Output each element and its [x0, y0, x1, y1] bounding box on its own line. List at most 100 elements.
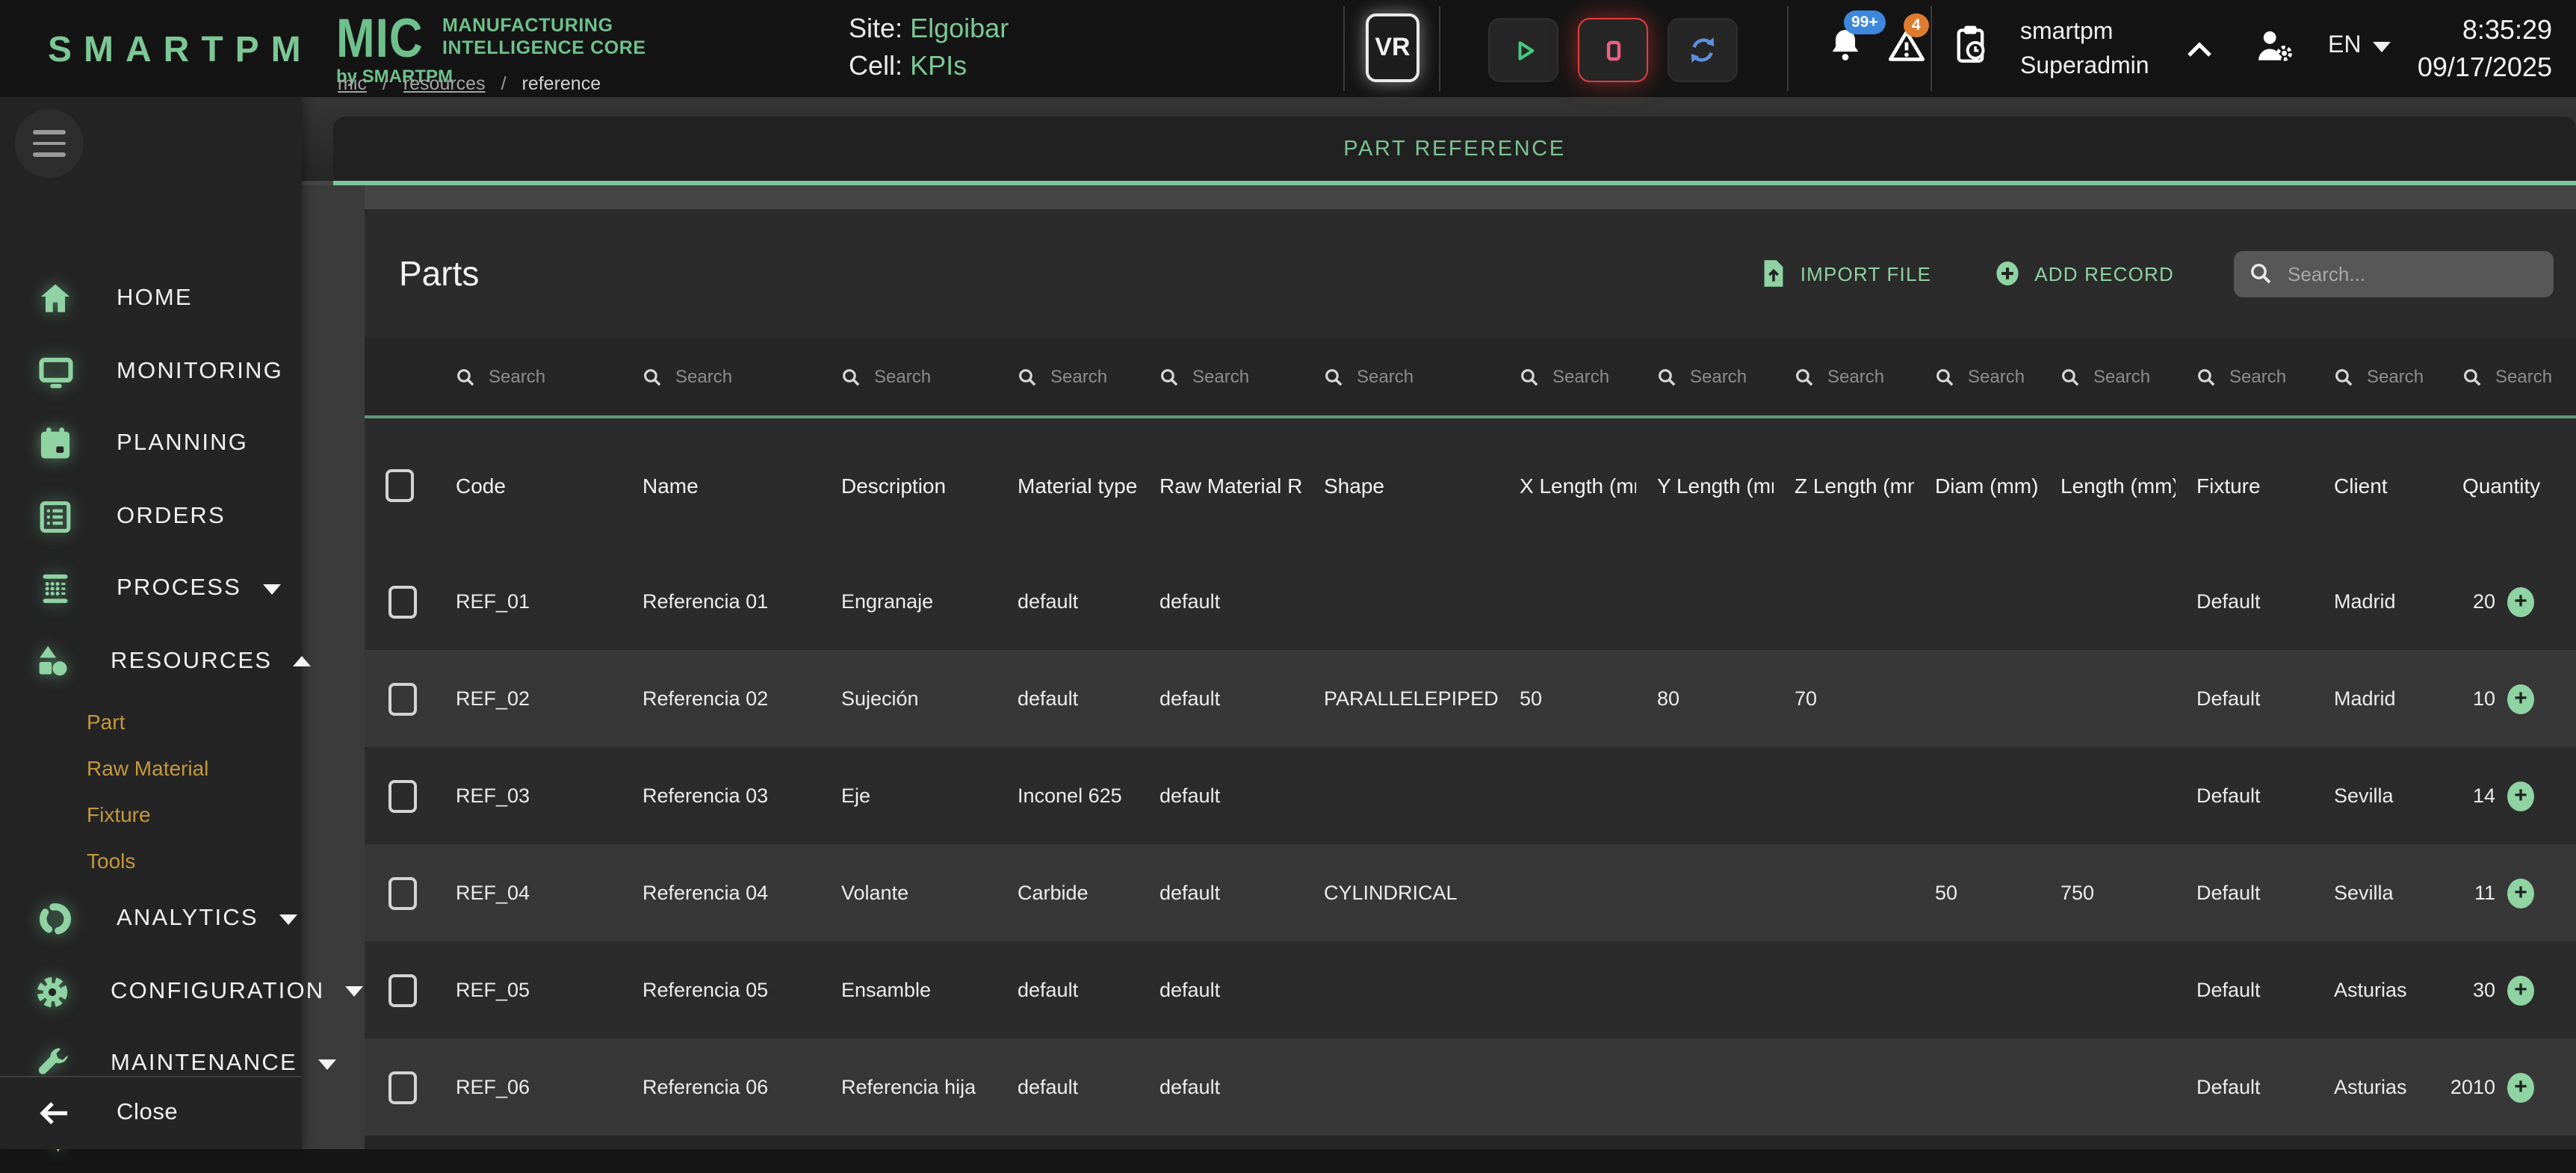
column-header[interactable]: Raw Material Reference	[1139, 471, 1303, 501]
play-button[interactable]	[1488, 18, 1558, 82]
table-row[interactable]: REF_03 Referencia 03 Eje Inconel 625 def…	[365, 747, 2576, 844]
table-row[interactable]: REF_06 Referencia 06 Referencia hija def…	[365, 1039, 2576, 1136]
column-search	[622, 365, 820, 389]
tasks-button[interactable]	[1951, 22, 1990, 67]
column-header[interactable]: Code	[435, 471, 622, 501]
column-search-input[interactable]	[486, 365, 622, 389]
row-checkbox[interactable]	[388, 585, 417, 618]
user-settings-button[interactable]	[2253, 25, 2295, 67]
refresh-button[interactable]	[1668, 18, 1738, 82]
menu-toggle-button[interactable]	[15, 109, 84, 178]
column-header[interactable]: Fixture	[2176, 471, 2313, 501]
user-info[interactable]: smartpm Superadmin	[2020, 15, 2149, 84]
breadcrumb-link-mic[interactable]: mic	[338, 73, 367, 94]
search-icon	[841, 367, 861, 386]
row-checkbox[interactable]	[388, 682, 417, 715]
cell-raw-material-reference: default	[1139, 979, 1303, 1001]
topbar-divider	[1343, 6, 1345, 91]
site-value[interactable]: Elgoibar	[910, 13, 1009, 43]
notifications-button[interactable]: 99+	[1826, 24, 1865, 66]
column-header[interactable]: Length (mm)	[2040, 471, 2176, 501]
cell-fixture: Default	[2176, 687, 2313, 710]
column-search-input[interactable]	[871, 365, 997, 389]
search-icon	[1324, 367, 1343, 386]
analytics-donut-icon	[33, 900, 78, 939]
increment-quantity-button[interactable]: +	[2507, 878, 2534, 908]
column-header[interactable]: Quantity	[2442, 471, 2576, 501]
row-checkbox[interactable]	[388, 876, 417, 909]
column-header[interactable]: Name	[622, 471, 820, 501]
language-selector[interactable]: EN	[2328, 33, 2391, 60]
sidebar-item-orders[interactable]: ORDERS	[0, 480, 302, 553]
column-search-input[interactable]	[1047, 365, 1139, 389]
add-record-button[interactable]: ADD RECORD	[1994, 260, 2174, 287]
language-label: EN	[2328, 33, 2361, 60]
row-checkbox[interactable]	[388, 1071, 417, 1104]
column-search-input[interactable]	[1189, 365, 1303, 389]
column-search-input[interactable]	[1549, 365, 1636, 389]
row-checkbox[interactable]	[388, 779, 417, 812]
increment-quantity-button[interactable]: +	[2507, 781, 2534, 811]
cell-raw-material-reference: default	[1139, 784, 1303, 807]
search-input[interactable]	[2285, 261, 2539, 286]
search-icon	[1657, 367, 1676, 386]
quantity-value: 11	[2474, 882, 2495, 904]
tab-part-reference[interactable]: PART REFERENCE	[1343, 137, 1565, 161]
increment-quantity-button[interactable]: +	[2507, 684, 2534, 714]
column-search-input[interactable]	[2090, 365, 2176, 389]
table-row[interactable]: REF_02 Referencia 02 Sujeción default de…	[365, 650, 2576, 747]
column-search-input[interactable]	[1965, 365, 2040, 389]
sidebar-close-button[interactable]: Close	[0, 1076, 302, 1149]
column-header[interactable]: Client	[2313, 471, 2442, 501]
table-row[interactable]: REF_04 Referencia 04 Volante Carbide def…	[365, 844, 2576, 941]
column-header[interactable]: Material type	[997, 471, 1139, 501]
cell-quantity: 10 +	[2442, 684, 2576, 714]
column-search-input[interactable]	[1354, 365, 1499, 389]
column-header[interactable]: Y Length (mm)	[1636, 471, 1774, 501]
sidebar-item-planning[interactable]: PLANNING	[0, 408, 302, 480]
sidebar-item-configuration[interactable]: CONFIGURATION	[0, 956, 302, 1028]
cell-description: Eje	[820, 784, 997, 807]
sidebar-item-home[interactable]: HOME	[0, 263, 302, 335]
column-header[interactable]: Diam (mm)	[1914, 471, 2040, 501]
sidebar-item-analytics[interactable]: ANALYTICS	[0, 883, 302, 956]
table-row[interactable]: REF_05 Referencia 05 Ensamble default de…	[365, 941, 2576, 1039]
collapse-user-menu-button[interactable]	[2185, 39, 2214, 60]
cell-raw-material-reference: default	[1139, 687, 1303, 710]
breadcrumb-link-resources[interactable]: resources	[403, 73, 486, 94]
sidebar-subitem[interactable]: Part	[0, 698, 302, 744]
increment-quantity-button[interactable]: +	[2507, 1072, 2534, 1102]
column-search	[435, 365, 622, 389]
alerts-button[interactable]: 4	[1886, 27, 1928, 66]
select-all-checkbox[interactable]	[386, 469, 414, 502]
stop-button[interactable]	[1578, 18, 1648, 82]
column-search-input[interactable]	[672, 365, 820, 389]
page-title: Parts	[399, 253, 479, 294]
import-file-button[interactable]: IMPORT FILE	[1762, 259, 1932, 288]
sidebar-item-monitoring[interactable]: MONITORING	[0, 335, 302, 408]
column-header[interactable]: Description	[820, 471, 997, 501]
column-header[interactable]: Z Length (mm)	[1774, 471, 1914, 501]
column-header[interactable]: Shape	[1303, 471, 1499, 501]
resources-shapes-icon	[33, 643, 72, 681]
column-search-input[interactable]	[1824, 365, 1914, 389]
increment-quantity-button[interactable]: +	[2507, 586, 2534, 616]
sidebar-item-process[interactable]: PROCESS	[0, 553, 302, 625]
sidebar-subitem[interactable]: Raw Material	[0, 744, 302, 790]
column-search-input[interactable]	[2226, 365, 2313, 389]
sidebar-subitem[interactable]: Fixture	[0, 790, 302, 837]
cell-name: Referencia 04	[622, 882, 820, 904]
chevron-down-icon	[318, 1059, 336, 1070]
column-header[interactable]: X Length (mm)	[1499, 471, 1636, 501]
cell-name: Referencia 06	[622, 1076, 820, 1098]
row-checkbox[interactable]	[388, 974, 417, 1006]
column-search-input[interactable]	[1687, 365, 1774, 389]
vr-button[interactable]: VR	[1366, 13, 1419, 82]
column-search-input[interactable]	[2364, 365, 2442, 389]
sidebar-subitem[interactable]: Tools	[0, 837, 302, 883]
column-search-input[interactable]	[2492, 365, 2576, 389]
table-row[interactable]: REF_01 Referencia 01 Engranaje default d…	[365, 553, 2576, 650]
sidebar-item-resources[interactable]: RESOURCES	[0, 625, 302, 698]
increment-quantity-button[interactable]: +	[2507, 975, 2534, 1005]
cell-value[interactable]: KPIs	[910, 51, 967, 81]
